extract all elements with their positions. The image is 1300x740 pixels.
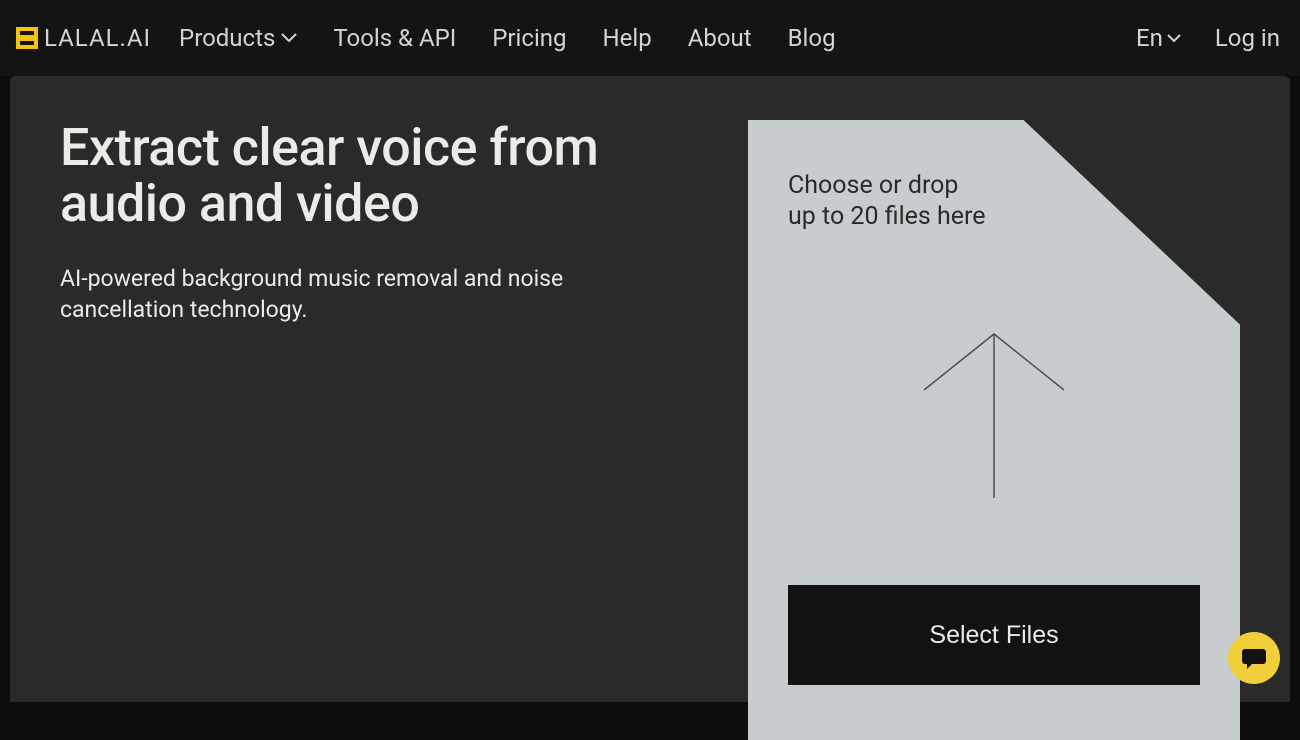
app-header: LALAL.AI Products Tools & API Pricing He… <box>0 0 1300 76</box>
upload-dropzone[interactable]: Choose or drop up to 20 files here Selec… <box>748 120 1240 740</box>
logo-icon <box>16 27 38 49</box>
main-nav: Products Tools & API Pricing Help About … <box>179 24 836 52</box>
chevron-down-icon <box>281 33 297 43</box>
chat-icon <box>1241 646 1267 670</box>
login-link[interactable]: Log in <box>1215 24 1280 52</box>
language-label: En <box>1136 24 1163 52</box>
nav-tools[interactable]: Tools & API <box>333 24 456 52</box>
nav-about-label: About <box>688 24 752 52</box>
login-label: Log in <box>1215 24 1280 52</box>
upload-area-wrap: Choose or drop up to 20 files here Selec… <box>748 120 1240 702</box>
upload-arrow-icon <box>914 330 1074 500</box>
nav-tools-label: Tools & API <box>333 24 456 52</box>
nav-blog[interactable]: Blog <box>788 24 836 52</box>
upload-instruction: Choose or drop up to 20 files here <box>788 170 988 233</box>
select-files-button[interactable]: Select Files <box>788 585 1200 685</box>
nav-pricing-label: Pricing <box>492 24 566 52</box>
chevron-down-icon <box>1167 34 1181 43</box>
hero-copy: Extract clear voice from audio and video… <box>60 120 630 702</box>
chat-fab[interactable] <box>1228 632 1280 684</box>
nav-products[interactable]: Products <box>179 24 297 52</box>
nav-about[interactable]: About <box>688 24 752 52</box>
nav-products-label: Products <box>179 24 275 52</box>
logo[interactable]: LALAL.AI <box>16 24 151 52</box>
hero-title: Extract clear voice from audio and video <box>60 120 630 231</box>
header-right: En Log in <box>1136 24 1280 52</box>
language-switch[interactable]: En <box>1136 24 1181 52</box>
nav-pricing[interactable]: Pricing <box>492 24 566 52</box>
nav-blog-label: Blog <box>788 24 836 52</box>
hero-subtitle: AI-powered background music removal and … <box>60 263 580 325</box>
logo-text: LALAL.AI <box>44 24 151 52</box>
nav-help[interactable]: Help <box>603 24 652 52</box>
nav-help-label: Help <box>603 24 652 52</box>
hero-panel: Extract clear voice from audio and video… <box>10 76 1290 702</box>
